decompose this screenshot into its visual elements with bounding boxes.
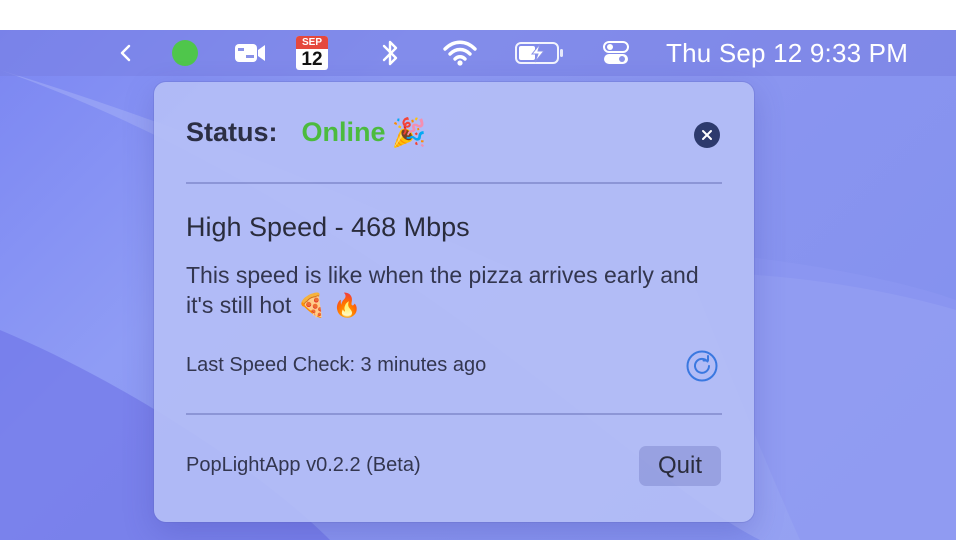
- wifi-icon[interactable]: [440, 30, 480, 76]
- party-popper-emoji: 🎉: [391, 117, 427, 148]
- bluetooth-icon[interactable]: [376, 30, 404, 76]
- close-button[interactable]: [694, 122, 720, 148]
- video-icon[interactable]: [230, 30, 270, 76]
- status-label: Status:: [186, 117, 278, 147]
- quit-button[interactable]: Quit: [639, 446, 721, 486]
- divider-bottom: [186, 413, 722, 415]
- status-dot-icon[interactable]: [170, 30, 200, 76]
- chevron-left-icon[interactable]: [112, 30, 140, 76]
- status-row: Status: Online 🎉: [186, 116, 426, 149]
- battery-charging-icon[interactable]: [512, 30, 568, 76]
- calendar-icon[interactable]: SEP 12: [294, 30, 330, 76]
- close-icon: [702, 130, 712, 140]
- speed-description: This speed is like when the pizza arrive…: [186, 262, 699, 318]
- status-popover: Status: Online 🎉 High Speed - 468 Mbps T…: [154, 82, 754, 522]
- menu-bar: SEP 12 Thu Sep 12 9:33 PM: [0, 30, 956, 76]
- refresh-icon: [686, 350, 718, 382]
- speed-title: High Speed - 468 Mbps: [186, 212, 470, 242]
- app-version: PopLightApp v0.2.2 (Beta): [186, 454, 421, 476]
- last-speed-check: Last Speed Check: 3 minutes ago: [186, 354, 487, 376]
- calendar-month: SEP: [296, 36, 328, 49]
- status-value: Online: [301, 117, 386, 147]
- menu-bar-clock[interactable]: Thu Sep 12 9:33 PM: [666, 30, 922, 76]
- calendar-day: 12: [301, 49, 323, 70]
- divider-top: [186, 182, 722, 184]
- refresh-button[interactable]: [686, 350, 718, 382]
- control-center-icon[interactable]: [600, 30, 632, 76]
